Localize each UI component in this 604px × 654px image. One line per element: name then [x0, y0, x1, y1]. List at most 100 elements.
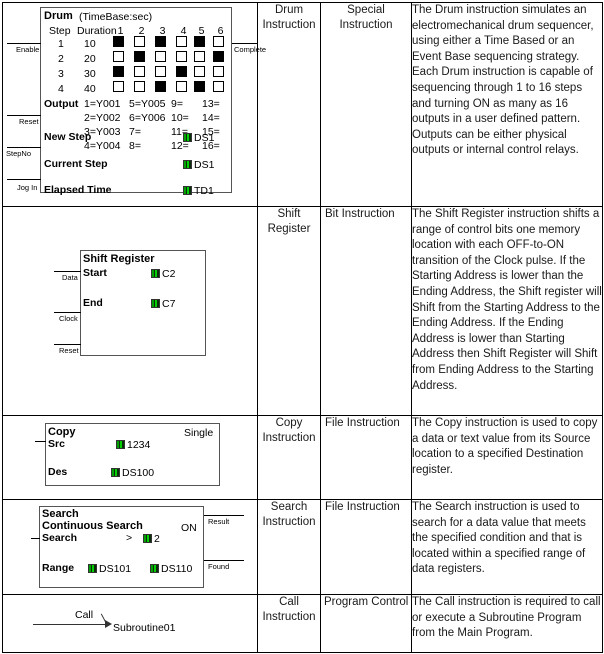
drum-out-9: 9= [171, 98, 183, 110]
pin-label-reset: Reset [59, 346, 79, 355]
drum-field-value-elapsed-time[interactable]: TD1 [183, 185, 214, 197]
search-value[interactable]: 2 [143, 533, 160, 545]
copy-value-des[interactable]: DS100 [111, 467, 154, 479]
drum-cell-r2-c1[interactable] [113, 51, 124, 62]
instruction-type-copy: File Instruction [320, 415, 412, 500]
drum-cell-r2-c5[interactable] [194, 51, 205, 62]
drum-cell-r4-c2[interactable] [134, 81, 145, 92]
instruction-table: Enable Reset StepNo Jog In Complete Drum… [2, 2, 603, 653]
name-line-2: Instruction [262, 19, 316, 31]
search-range-to[interactable]: DS110 [150, 563, 192, 575]
name-line-2: Instruction [262, 611, 316, 623]
search-title: Search [42, 508, 79, 520]
result-wire [204, 515, 244, 516]
drum-cell-r1-c4[interactable] [176, 36, 187, 47]
drum-field-label-elapsed-time: Elapsed Time [44, 184, 112, 196]
call-wire [33, 624, 108, 625]
memory-tag-icon [151, 269, 160, 278]
call-diagram-cell: Call Subroutine01 [2, 594, 258, 653]
drum-out-1: 1=Y001 [84, 98, 121, 110]
instruction-reference-page: Enable Reset StepNo Jog In Complete Drum… [0, 0, 604, 654]
pin-label-found: Found [208, 562, 230, 571]
drum-cell-r2-c2[interactable] [134, 51, 145, 62]
drum-current-step-value: DS1 [194, 159, 215, 171]
drum-cell-r4-c4[interactable] [176, 81, 187, 92]
pin-label-enable: Enable [16, 45, 40, 54]
drum-cell-r4-c3[interactable] [155, 81, 166, 92]
drum-cell-r1-c2[interactable] [134, 36, 145, 47]
name-line-2: Register [267, 223, 311, 235]
drum-cell-r3-c3[interactable] [155, 66, 166, 77]
drum-cell-r4-c6[interactable] [213, 81, 224, 92]
found-wire [204, 560, 244, 561]
drum-cell-r3-c1[interactable] [113, 66, 124, 77]
drum-cell-r1-c1[interactable] [113, 36, 124, 47]
drum-cell-r2-c3[interactable] [155, 51, 166, 62]
enable-wire [7, 43, 41, 44]
drum-cell-r1-c3[interactable] [155, 36, 166, 47]
drum-cell-r2-c4[interactable] [176, 51, 187, 62]
drum-cell-r4-c1[interactable] [113, 81, 124, 92]
drum-cell-r3-c5[interactable] [194, 66, 205, 77]
name-line-1: Search [270, 501, 308, 513]
drum-out-6: 6=Y006 [129, 112, 166, 124]
drum-timebase: (TimeBase:sec) [79, 11, 153, 23]
drum-out-7: 7= [129, 126, 141, 138]
reset-wire [54, 344, 81, 345]
drum-cell-r2-c6[interactable] [213, 51, 224, 62]
drum-duration-3: 30 [84, 68, 96, 80]
name-line-2: Instruction [262, 516, 316, 528]
complete-wire [232, 43, 258, 44]
src-input-wire [35, 441, 46, 442]
memory-tag-icon [183, 133, 192, 142]
pin-label-reset: Reset [19, 117, 39, 126]
data-wire [54, 271, 81, 272]
memory-tag-icon [151, 299, 160, 308]
instruction-name-shift-register: Shift Register [257, 206, 321, 416]
name-line-1: Call [279, 596, 299, 608]
name-line-1: Drum [274, 4, 304, 16]
pin-label-stepno: StepNo [6, 149, 32, 158]
search-range-label: Range [42, 562, 75, 574]
stepno-wire [7, 147, 41, 148]
instruction-name-call: Call Instruction [257, 594, 321, 653]
drum-cell-r3-c6[interactable] [213, 66, 224, 77]
drum-step-4: 4 [58, 83, 64, 95]
search-range-to-text: DS110 [161, 563, 193, 575]
drum-field-value-new-step[interactable]: DS1 [183, 132, 214, 144]
call-target[interactable]: Subroutine01 [113, 622, 175, 634]
drum-out-8: 8= [129, 140, 141, 152]
drum-elapsed-time-value: TD1 [194, 185, 214, 197]
drum-out-5: 5=Y005 [129, 98, 166, 110]
instruction-type-call: Program Control [320, 594, 412, 653]
name-line-1: Shift [277, 208, 301, 220]
drum-output-label: Output [44, 98, 79, 110]
shift-register-start-value: C2 [162, 268, 176, 280]
copy-src-value: 1234 [127, 439, 151, 451]
shift-register-value-start[interactable]: C2 [151, 268, 175, 280]
drum-cell-r3-c4[interactable] [176, 66, 187, 77]
copy-title: Copy [48, 426, 76, 438]
drum-col-duration: Duration [77, 25, 117, 37]
clock-wire [54, 312, 81, 313]
copy-value-src[interactable]: 1234 [116, 439, 150, 451]
drum-out-10: 10= [171, 112, 189, 124]
shift-register-label-start: Start [83, 267, 107, 279]
pin-label-clock: Clock [59, 314, 78, 323]
drum-cell-r1-c5[interactable] [194, 36, 205, 47]
instruction-description-drum: The Drum instruction simulates an electr… [411, 2, 603, 207]
drum-cell-r1-c6[interactable] [213, 36, 224, 47]
pin-label-complete: Complete [234, 45, 267, 54]
jogin-wire [7, 179, 41, 180]
drum-cell-r3-c2[interactable] [134, 66, 145, 77]
type-line-1: Special [347, 4, 385, 16]
shift-register-value-end[interactable]: C7 [151, 298, 175, 310]
search-range-from[interactable]: DS101 [88, 563, 131, 575]
instruction-description-shift-register: The Shift Register instruction shifts a … [411, 206, 603, 416]
copy-mode-label: Single [184, 427, 214, 439]
drum-field-value-current-step[interactable]: DS1 [183, 159, 214, 171]
search-label: Search [42, 532, 78, 544]
drum-cell-r4-c5[interactable] [194, 81, 205, 92]
instruction-description-call: The Call instruction is required to call… [411, 594, 603, 653]
instruction-type-search: File Instruction [320, 499, 412, 595]
